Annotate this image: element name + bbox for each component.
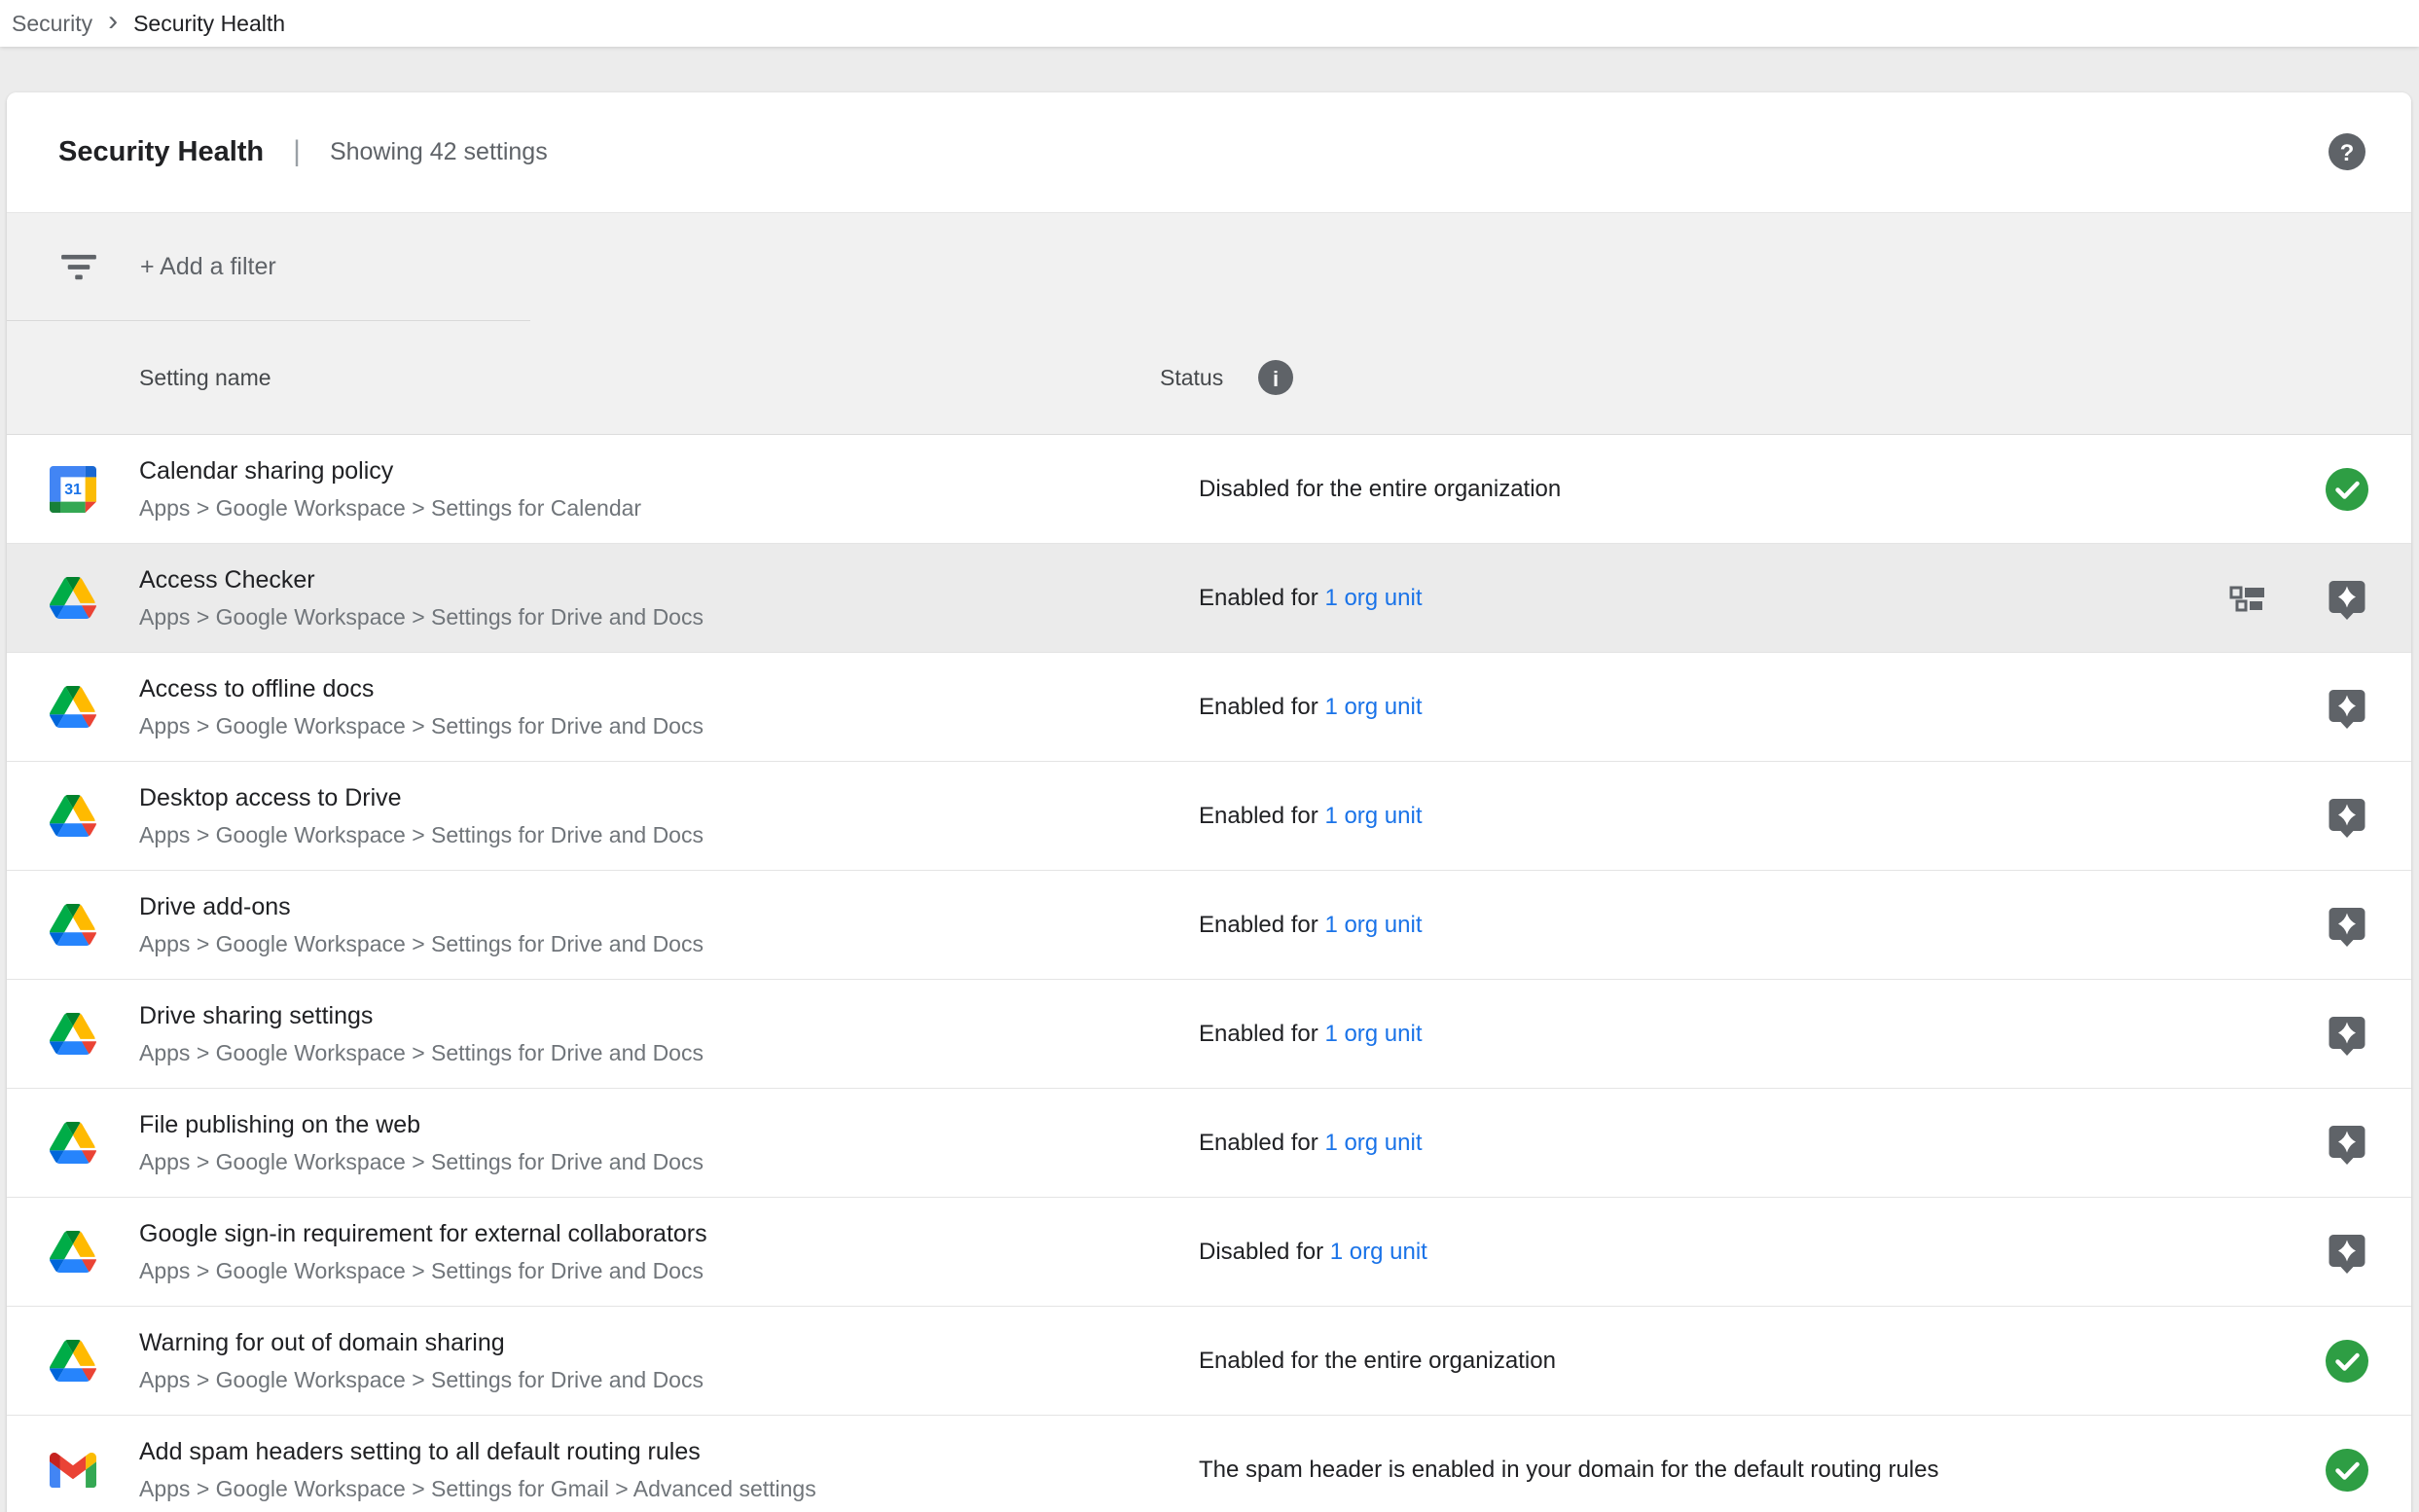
setting-name: Drive sharing settings [139,1002,1160,1030]
setting-path: Apps > Google Workspace > Settings for D… [139,1149,1160,1175]
recommendation-icon[interactable] [2326,577,2368,620]
setting-name: Desktop access to Drive [139,784,1160,812]
title-divider: | [293,135,301,168]
setting-path: Apps > Google Workspace > Settings for D… [139,713,1160,739]
recommendation-icon[interactable] [2326,1122,2368,1165]
status-ok-icon [2326,468,2368,511]
info-icon: i [1258,360,1293,395]
drive-icon [50,1231,96,1273]
column-status: Status [1160,365,1223,391]
setting-name: Warning for out of domain sharing [139,1329,1160,1357]
add-filter-button[interactable]: + Add a filter [140,253,276,281]
setting-name: File publishing on the web [139,1111,1160,1139]
status-ok-icon [2326,1449,2368,1492]
setting-path: Apps > Google Workspace > Settings for D… [139,1258,1160,1284]
table-row[interactable]: 31 [7,1089,2411,1198]
breadcrumb-parent[interactable]: Security [12,11,92,37]
table-body: 31 [7,435,2411,1512]
setting-name: Drive add-ons [139,893,1160,921]
calendar-glyph: 31 [64,482,82,498]
table-row[interactable]: 31 [7,653,2411,762]
table-row[interactable]: 31 [7,435,2411,544]
breadcrumb-current: Security Health [133,11,285,37]
help-glyph: ? [2340,140,2355,166]
recommendation-icon[interactable] [2326,686,2368,729]
status-text: Disabled for the entire organization [1199,476,1561,502]
table-row[interactable]: 31 [7,1198,2411,1307]
setting-name: Access to offline docs [139,675,1160,703]
table-header: Setting name Status i [7,321,2411,435]
page-title: Security Health [58,136,264,168]
setting-path: Apps > Google Workspace > Settings for D… [139,1367,1160,1393]
org-unit-link[interactable]: 1 org unit [1324,694,1422,720]
status-text: Enabled for [1199,694,1324,720]
breadcrumb-separator-icon: › [108,7,118,36]
status-text: Enabled for [1199,585,1324,611]
status-text: Disabled for [1199,1239,1330,1265]
drive-icon [50,795,96,837]
table-row[interactable]: 31 [7,544,2411,653]
setting-path: Apps > Google Workspace > Settings for D… [139,604,1160,630]
org-unit-link[interactable]: 1 org unit [1324,803,1422,829]
filter-icon[interactable] [60,252,97,283]
table-row[interactable]: 31 [7,762,2411,871]
status-ok-icon [2326,1340,2368,1383]
table-row[interactable]: 31 [7,1307,2411,1416]
setting-name: Add spam headers setting to all default … [139,1438,1160,1466]
info-glyph: i [1273,367,1279,391]
recommendation-icon[interactable] [2326,795,2368,838]
setting-path: Apps > Google Workspace > Settings for D… [139,822,1160,848]
status-text: Enabled for [1199,912,1324,938]
status-text: Enabled for [1199,1021,1324,1047]
setting-name: Google sign-in requirement for external … [139,1220,1160,1248]
org-unit-link[interactable]: 1 org unit [1324,1130,1422,1156]
column-setting-name: Setting name [139,365,1160,391]
table-row[interactable]: 31 [7,871,2411,980]
setting-name: Access Checker [139,566,1160,594]
security-health-card: Security Health | Showing 42 settings ? … [7,92,2411,1512]
card-header: Security Health | Showing 42 settings ? [7,92,2411,212]
help-button[interactable]: ? [2329,133,2365,170]
filter-bar: + Add a filter [7,212,2411,321]
drive-icon [50,686,96,728]
setting-name: Calendar sharing policy [139,457,1160,486]
org-unit-link[interactable]: 1 org unit [1324,585,1422,611]
drive-icon [50,904,96,946]
status-info-button[interactable]: i [1258,360,1293,395]
status-text: Enabled for the entire organization [1199,1348,1556,1374]
recommendation-icon[interactable] [2326,904,2368,947]
recommendation-icon[interactable] [2326,1013,2368,1056]
org-unit-link[interactable]: 1 org unit [1330,1239,1427,1265]
org-unit-link[interactable]: 1 org unit [1324,1021,1422,1047]
drive-icon [50,1013,96,1055]
drive-icon [50,1122,96,1164]
setting-path: Apps > Google Workspace > Settings for C… [139,495,1160,522]
gmail-icon [50,1453,96,1488]
org-units-icon [2226,577,2269,620]
table-row[interactable]: 31 [7,980,2411,1089]
org-unit-link[interactable]: 1 org unit [1324,912,1422,938]
setting-path: Apps > Google Workspace > Settings for D… [139,1040,1160,1066]
drive-icon [50,1340,96,1382]
table-row[interactable]: 31 [7,1416,2411,1512]
breadcrumb: Security › Security Health [0,0,2419,47]
calendar-icon: 31 [50,466,96,513]
setting-path: Apps > Google Workspace > Settings for G… [139,1476,1160,1502]
settings-count: Showing 42 settings [330,138,548,166]
help-icon: ? [2329,133,2365,170]
drive-icon [50,577,96,619]
status-text: The spam header is enabled in your domai… [1199,1457,1938,1483]
status-text: Enabled for [1199,803,1324,829]
setting-path: Apps > Google Workspace > Settings for D… [139,931,1160,957]
status-text: Enabled for [1199,1130,1324,1156]
recommendation-icon[interactable] [2326,1231,2368,1274]
